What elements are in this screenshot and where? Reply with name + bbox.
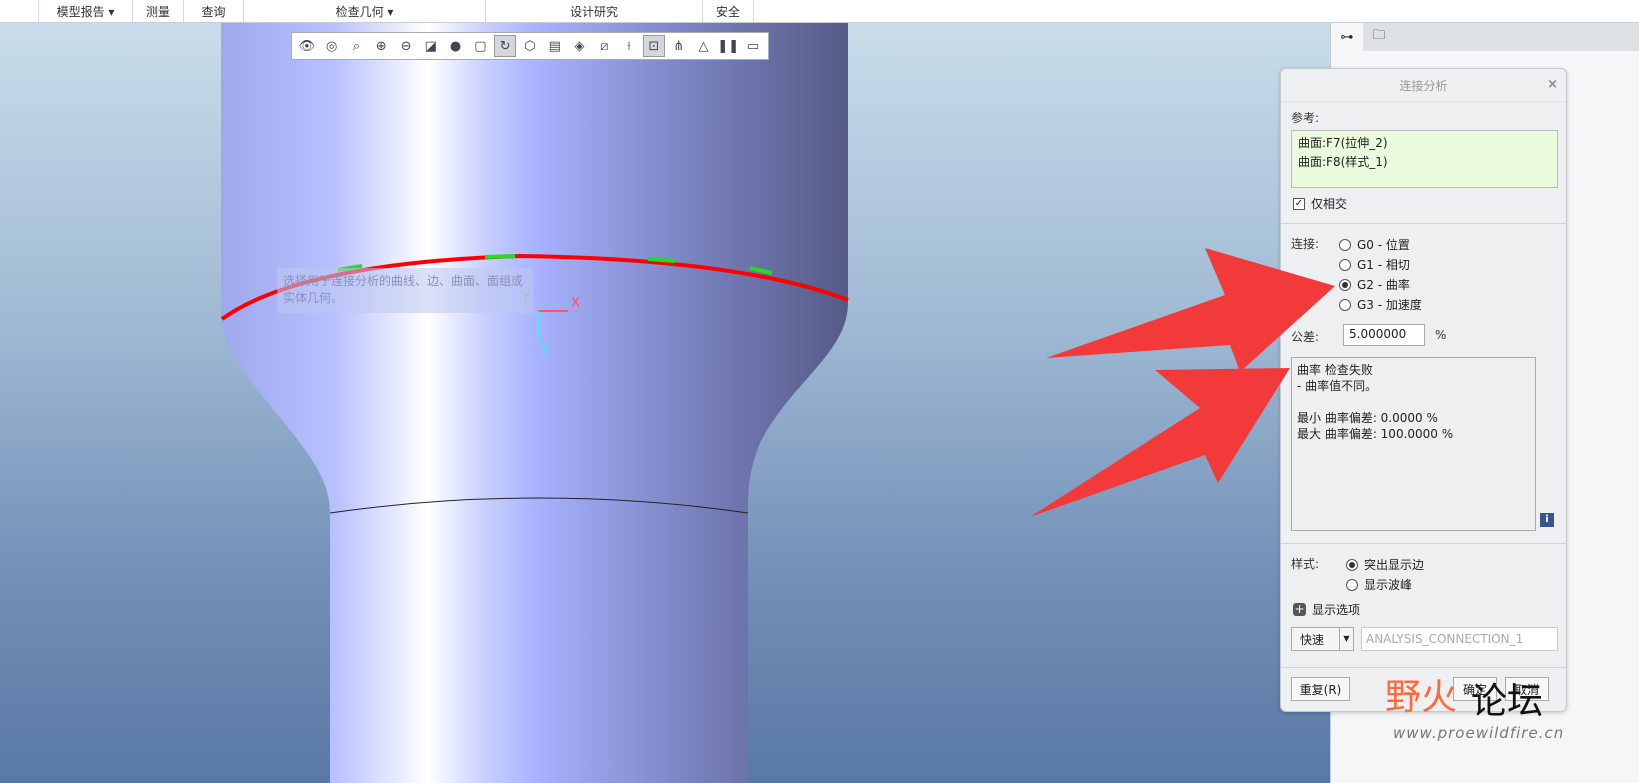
model-body: [221, 23, 848, 783]
section-icon[interactable]: ▤: [544, 35, 566, 57]
repeat-button[interactable]: 重复(R): [1291, 677, 1350, 701]
check-icon: ✓: [1293, 197, 1305, 210]
radio-show-peaks[interactable]: 显示波峰: [1346, 576, 1412, 593]
view-toolbar: 👁 ◎ ⌕ ⊕ ⊖ ◪ ● ▢ ↻ ⬡ ▤ ◈ ⧄ ⟊ ⊡ ⋔ △ ❚❚ ▭: [291, 32, 769, 60]
radio-g2[interactable]: G2 - 曲率: [1339, 276, 1410, 293]
tolerance-label: 公差:: [1291, 330, 1320, 344]
watermark-logo: 野火 论坛 www.proewildfire.cn: [1385, 677, 1565, 742]
refit-icon[interactable]: ⌕: [346, 35, 368, 57]
repaint-icon[interactable]: ◪: [420, 35, 442, 57]
style-label: 样式:: [1291, 557, 1320, 571]
reference-item[interactable]: 曲面:F8(样式_1): [1298, 153, 1551, 172]
annotation-icon[interactable]: ▭: [742, 35, 764, 57]
menu-query[interactable]: 查询: [183, 0, 243, 22]
named-view-icon[interactable]: ↻: [494, 35, 517, 57]
chevron-down-icon: ▼: [1339, 628, 1353, 650]
axis-z-label: Z: [540, 345, 549, 360]
menu-measure[interactable]: 测量: [132, 0, 183, 22]
axis-x-label: X: [571, 296, 580, 311]
mode-select[interactable]: 快速 ▼: [1291, 627, 1354, 651]
perspective-icon[interactable]: ⬡: [519, 35, 541, 57]
radio-g1[interactable]: G1 - 相切: [1339, 256, 1410, 273]
pause-icon[interactable]: ❚❚: [717, 35, 739, 57]
radio-g0[interactable]: G0 - 位置: [1339, 236, 1410, 253]
zoom-in-icon[interactable]: ⊕: [370, 35, 392, 57]
divider: [1281, 543, 1566, 544]
intersect-only-checkbox[interactable]: ✓ 仅相交: [1293, 195, 1347, 212]
menu-safety[interactable]: 安全: [702, 0, 754, 22]
reference-label: 参考:: [1291, 111, 1320, 125]
csys-display-icon[interactable]: ⟊: [618, 35, 640, 57]
view-display-icon[interactable]: 👁: [296, 35, 318, 57]
3d-model: X Y Z: [220, 23, 849, 783]
info-icon[interactable]: i: [1540, 513, 1554, 527]
connection-label: 连接:: [1291, 237, 1320, 251]
spin-center-icon[interactable]: △: [693, 35, 715, 57]
selection-filter-icon[interactable]: ⊡: [642, 35, 665, 57]
divider: [1281, 223, 1566, 224]
connect-icon[interactable]: ⋔: [668, 35, 690, 57]
intersect-only-label: 仅相交: [1311, 197, 1348, 211]
graphics-viewport[interactable]: X Y Z 👁 ◎ ⌕ ⊕ ⊖ ◪ ● ▢ ↻ ⬡ ▤ ◈ ⧄ ⟊ ⊡ ⋔ △ …: [0, 23, 1330, 783]
plus-icon: +: [1293, 602, 1306, 616]
connection-analysis-dialog: 连接分析 × 参考: 曲面:F7(拉伸_2) 曲面:F8(样式_1) ✓ 仅相交 …: [1280, 68, 1567, 712]
folder-browser-tab[interactable]: 🗀: [1363, 23, 1395, 51]
zoom-out-icon[interactable]: ⊖: [395, 35, 417, 57]
menubar-spacer: [0, 0, 38, 22]
display-options-expander[interactable]: + 显示选项: [1293, 601, 1360, 618]
reference-collector[interactable]: 曲面:F7(拉伸_2) 曲面:F8(样式_1): [1291, 130, 1558, 188]
selection-hint: 选择用于连接分析的曲线、边、曲面、面组或实体几何。: [277, 268, 533, 313]
datum-display-icon[interactable]: ⧄: [593, 35, 615, 57]
analysis-name-input[interactable]: ANALYSIS_CONNECTION_1: [1361, 627, 1558, 651]
appearance-icon[interactable]: ●: [445, 35, 467, 57]
model-tree-tab[interactable]: ⊶: [1331, 23, 1363, 51]
menu-inspect-geometry[interactable]: 检查几何 ▾: [243, 0, 485, 22]
menu-bar: 模型报告 ▾ 测量 查询 检查几何 ▾ 设计研究 安全: [0, 0, 1639, 23]
menu-model-report[interactable]: 模型报告 ▾: [38, 0, 132, 22]
close-icon[interactable]: ×: [1547, 77, 1558, 92]
tolerance-input[interactable]: 5.000000: [1343, 324, 1425, 346]
tolerance-unit: %: [1435, 328, 1447, 342]
dialog-title: 连接分析: [1399, 78, 1448, 93]
display-style-icon[interactable]: ▢: [469, 35, 491, 57]
menu-design-study[interactable]: 设计研究: [485, 0, 702, 22]
radio-g3[interactable]: G3 - 加速度: [1339, 296, 1422, 313]
model-display-icon[interactable]: ◈: [569, 35, 591, 57]
radio-highlight-edge[interactable]: 突出显示边: [1346, 556, 1424, 573]
saved-views-icon[interactable]: ◎: [321, 35, 343, 57]
result-text: 曲率 检查失败 - 曲率值不同。 最小 曲率偏差: 0.0000 % 最大 曲率…: [1291, 357, 1536, 531]
reference-item[interactable]: 曲面:F7(拉伸_2): [1298, 134, 1551, 153]
